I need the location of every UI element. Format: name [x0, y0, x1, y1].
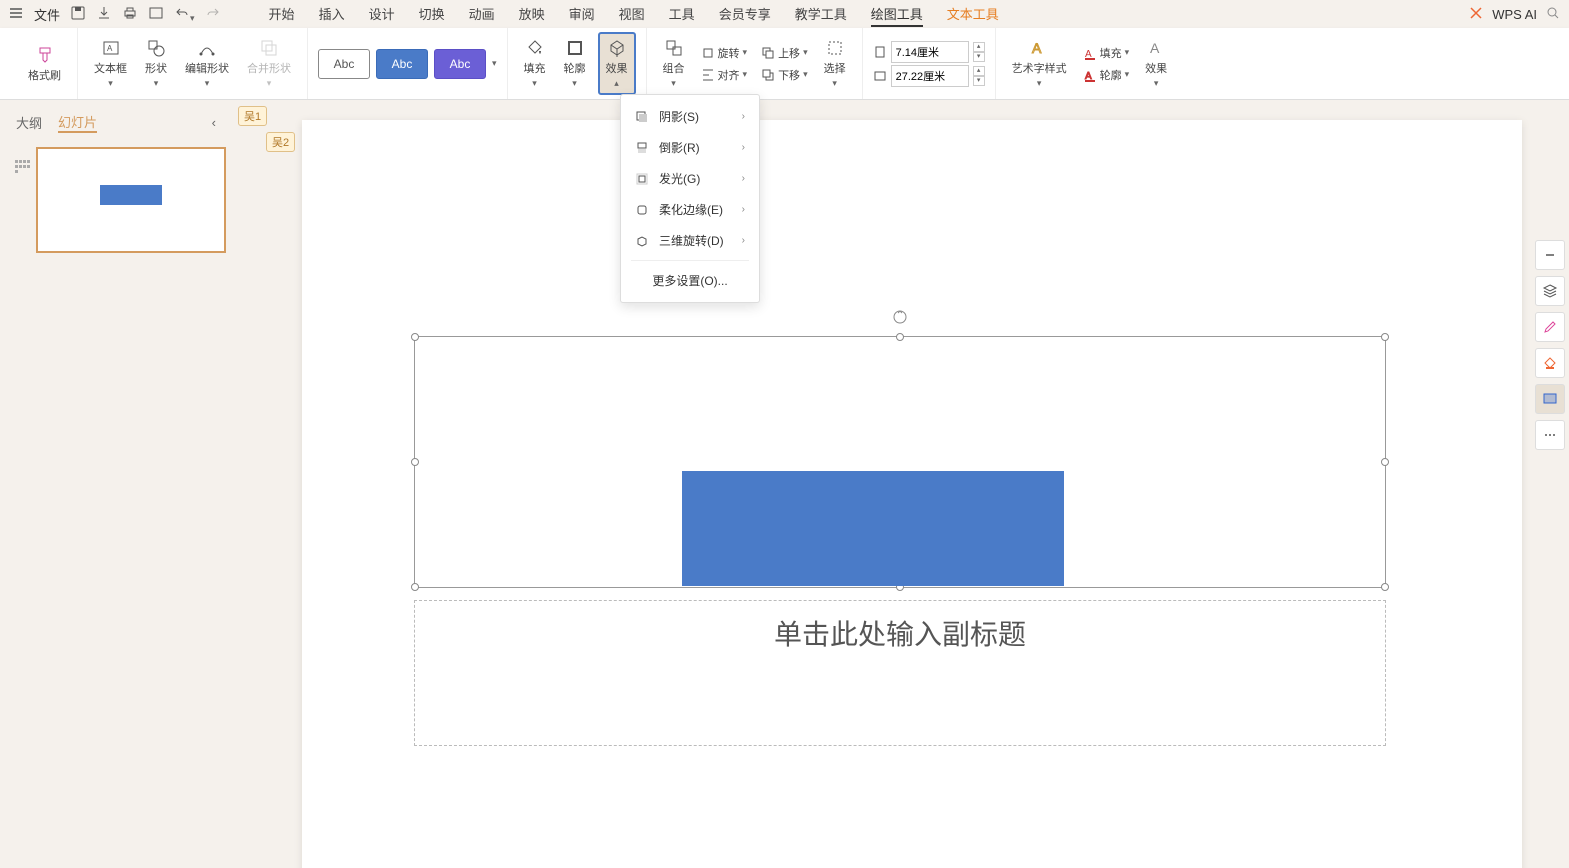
merge-shape-button[interactable]: 合并形状▾ — [241, 34, 297, 93]
right-toolbar — [1535, 240, 1565, 450]
shape-button[interactable]: 形状▾ — [139, 34, 173, 93]
art-style-button[interactable]: A 艺术字样式▾ — [1006, 34, 1073, 93]
tab-animation[interactable]: 动画 — [469, 2, 495, 27]
width-spinner[interactable]: ▴▾ — [973, 66, 985, 86]
effect-dropdown: 阴影(S)› 倒影(R)› 发光(G)› 柔化边缘(E)› 三维旋转(D)› 更… — [620, 94, 760, 303]
move-up-button[interactable]: 上移▾ — [757, 43, 812, 63]
slide[interactable]: 单击此处输入副标题 2024-5-14 — [302, 120, 1522, 868]
undo-icon[interactable]: ▾ — [174, 5, 195, 24]
tab-text-tools[interactable]: 文本工具 — [947, 2, 999, 27]
ribbon: 格式刷 A 文本框▾ 形状▾ 编辑形状▾ 合并形状▾ Abc Abc Abc ▾ — [0, 28, 1569, 100]
outline-tab[interactable]: 大纲 — [16, 113, 42, 132]
shape-styles-gallery[interactable]: Abc Abc Abc ▾ — [318, 49, 497, 79]
collapse-panel-icon[interactable]: ‹ — [212, 115, 216, 130]
shadow-icon — [635, 110, 649, 124]
export-icon[interactable] — [96, 5, 112, 24]
svg-text:A: A — [1032, 40, 1042, 56]
rotation-3d-icon — [635, 234, 649, 248]
subtitle-placeholder[interactable]: 单击此处输入副标题 — [414, 600, 1386, 746]
format-painter-button[interactable]: 格式刷 — [22, 41, 67, 87]
effect-3d-rotation[interactable]: 三维旋转(D)› — [621, 225, 759, 256]
rotate-handle[interactable] — [892, 309, 908, 330]
layers-button[interactable] — [1535, 276, 1565, 306]
outline-button[interactable]: 轮廓▾ — [558, 34, 592, 93]
text-fill-button[interactable]: A填充▾ — [1079, 43, 1134, 63]
textbox-button[interactable]: A 文本框▾ — [88, 34, 133, 93]
fill-button[interactable]: 填充▾ — [518, 34, 552, 93]
effect-soft-edge[interactable]: 柔化边缘(E)› — [621, 194, 759, 225]
reflection-icon — [635, 141, 649, 155]
tab-view[interactable]: 视图 — [619, 2, 645, 27]
move-down-button[interactable]: 下移▾ — [757, 65, 812, 85]
search-icon[interactable] — [1545, 5, 1561, 24]
slide-drag-icon — [14, 159, 30, 175]
effect-reflection[interactable]: 倒影(R)› — [621, 132, 759, 163]
slide-thumbnail-1[interactable] — [36, 147, 226, 253]
width-input[interactable]: 27.22厘米 — [891, 65, 969, 87]
effect-more-settings[interactable]: 更多设置(O)... — [621, 265, 759, 296]
glow-icon — [635, 172, 649, 186]
subtitle-text: 单击此处输入副标题 — [774, 613, 1026, 653]
style-preset-2[interactable]: Abc — [376, 49, 428, 79]
styles-more-button[interactable]: ▾ — [492, 58, 497, 69]
effect-shadow[interactable]: 阴影(S)› — [621, 101, 759, 132]
edit-shape-button[interactable]: 编辑形状▾ — [179, 34, 235, 93]
wps-ai-label[interactable]: WPS AI — [1492, 7, 1537, 22]
tab-start[interactable]: 开始 — [269, 2, 295, 27]
align-button[interactable]: 对齐▾ — [697, 65, 752, 85]
file-menu[interactable]: 文件 — [34, 5, 60, 24]
tab-review[interactable]: 审阅 — [569, 2, 595, 27]
comment-tag-2[interactable]: 吴2 — [266, 132, 295, 152]
style-preset-1[interactable]: Abc — [318, 49, 370, 79]
select-button[interactable]: 选择▾ — [818, 34, 852, 93]
slide-panel: 大纲 幻灯片 ‹ — [0, 100, 232, 868]
tab-design[interactable]: 设计 — [369, 2, 395, 27]
slides-tab[interactable]: 幻灯片 — [58, 112, 97, 133]
height-icon — [873, 45, 887, 59]
group-button[interactable]: 组合▾ — [657, 34, 691, 93]
zoom-out-button[interactable] — [1535, 240, 1565, 270]
tab-teaching[interactable]: 教学工具 — [795, 2, 847, 27]
comment-tag-1[interactable]: 吴1 — [238, 106, 267, 126]
screen-button[interactable] — [1535, 384, 1565, 414]
svg-text:A: A — [107, 44, 113, 53]
style-preset-3[interactable]: Abc — [434, 49, 486, 79]
soft-edge-icon — [635, 203, 649, 217]
text-effect-button[interactable]: A 效果▾ — [1139, 34, 1173, 93]
tab-tools[interactable]: 工具 — [669, 2, 695, 27]
effect-glow[interactable]: 发光(G)› — [621, 163, 759, 194]
paint-button[interactable] — [1535, 348, 1565, 378]
blue-rectangle-shape[interactable] — [682, 471, 1064, 586]
hamburger-icon[interactable] — [8, 5, 24, 24]
wps-ai-icon — [1468, 5, 1484, 24]
canvas[interactable]: 吴1 吴2 单击此处输入副标题 2024-5-14 — [232, 100, 1569, 868]
more-button[interactable] — [1535, 420, 1565, 450]
save-icon[interactable] — [70, 5, 86, 24]
tab-vip[interactable]: 会员专享 — [719, 2, 771, 27]
height-input[interactable]: 7.14厘米 — [891, 41, 969, 63]
height-spinner[interactable]: ▴▾ — [973, 42, 985, 62]
tab-drawing-tools[interactable]: 绘图工具 — [871, 2, 923, 27]
effect-button[interactable]: 效果▴ — [598, 32, 636, 95]
tab-transition[interactable]: 切换 — [419, 2, 445, 27]
pencil-button[interactable] — [1535, 312, 1565, 342]
rotate-button[interactable]: 旋转▾ — [697, 43, 752, 63]
text-outline-button[interactable]: A轮廓▾ — [1079, 65, 1134, 85]
tab-insert[interactable]: 插入 — [319, 2, 345, 27]
width-icon — [873, 69, 887, 83]
preview-icon[interactable] — [148, 5, 164, 24]
svg-text:A: A — [1150, 40, 1160, 56]
tab-slideshow[interactable]: 放映 — [519, 2, 545, 27]
redo-icon[interactable] — [205, 5, 221, 24]
print-icon[interactable] — [122, 5, 138, 24]
menubar: 文件 ▾ 开始 插入 设计 切换 动画 放映 审阅 视图 工具 会员专享 教学工… — [0, 0, 1569, 28]
